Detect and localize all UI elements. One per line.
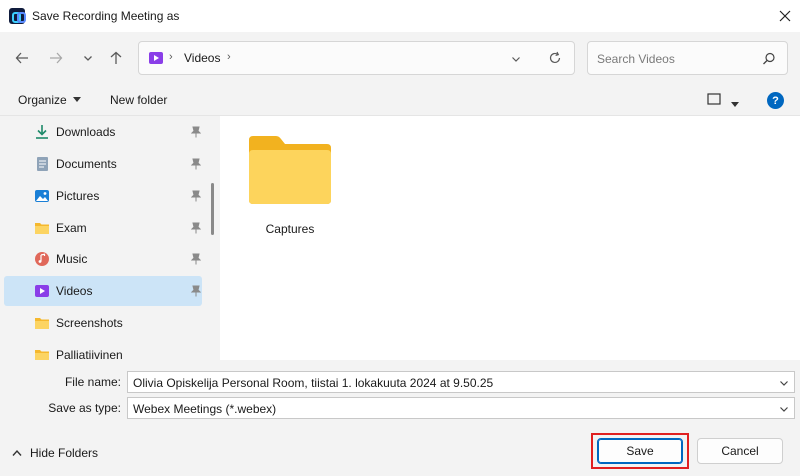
chevron-down-icon[interactable] (779, 403, 789, 413)
view-options-icon[interactable] (707, 93, 721, 107)
back-arrow-icon[interactable] (10, 46, 34, 70)
hide-folders-toggle[interactable]: Hide Folders (12, 446, 98, 460)
file-name-input[interactable]: Olivia Opiskelija Personal Room, tiistai… (133, 376, 493, 390)
breadcrumb-videos[interactable]: Videos (184, 51, 220, 65)
navigation-pane: Downloads Documents Pictures Exam Music (0, 116, 218, 360)
sidebar-item-screenshots[interactable]: Screenshots (4, 308, 202, 338)
organize-menu[interactable]: Organize (18, 93, 81, 107)
pin-icon[interactable] (190, 158, 202, 170)
sidebar-item-label: Palliatiivinen (56, 348, 123, 360)
chevron-up-icon (12, 449, 22, 456)
hide-folders-label: Hide Folders (30, 446, 99, 460)
music-icon (34, 251, 50, 267)
chevron-down-icon[interactable] (779, 377, 789, 387)
file-name-combobox[interactable]: Olivia Opiskelija Personal Room, tiistai… (127, 371, 795, 393)
view-options-caret-icon[interactable] (731, 97, 739, 107)
sidebar-item-palliatiivinen[interactable]: Palliatiivinen (4, 340, 202, 360)
caret-down-icon (72, 97, 81, 102)
recent-locations-chevron-icon[interactable] (76, 46, 100, 70)
videos-icon (34, 283, 50, 299)
sidebar-item-exam[interactable]: Exam (4, 213, 202, 243)
breadcrumb-separator-icon: › (169, 51, 173, 63)
window-title: Save Recording Meeting as (32, 9, 180, 23)
refresh-icon[interactable] (548, 51, 562, 65)
document-icon (34, 156, 50, 172)
breadcrumb-separator-icon: › (227, 51, 231, 63)
folder-icon (246, 134, 334, 206)
pin-icon[interactable] (190, 222, 202, 234)
sidebar-item-label: Exam (56, 221, 87, 235)
sidebar-item-label: Videos (56, 284, 93, 298)
title-bar: Save Recording Meeting as (0, 0, 800, 32)
sidebar-item-downloads[interactable]: Downloads (4, 117, 202, 147)
search-box[interactable]: Search Videos (587, 41, 788, 75)
pictures-icon (34, 188, 50, 204)
pin-icon[interactable] (190, 190, 202, 202)
save-as-type-label: Save as type: (48, 401, 121, 415)
sidebar-item-videos[interactable]: Videos (4, 276, 202, 306)
sidebar-scrollbar[interactable] (211, 183, 214, 235)
save-as-type-select[interactable]: Webex Meetings (*.webex) (127, 397, 795, 419)
new-folder-button[interactable]: New folder (110, 93, 167, 107)
webex-app-icon (9, 8, 26, 24)
folder-icon (34, 347, 50, 360)
file-name-label: File name: (64, 375, 121, 389)
forward-arrow-icon[interactable] (44, 46, 68, 70)
folder-icon (34, 315, 50, 331)
videos-icon (148, 50, 164, 66)
close-icon[interactable] (774, 5, 796, 27)
search-icon[interactable] (762, 52, 776, 66)
pin-icon[interactable] (190, 285, 202, 297)
up-arrow-icon[interactable] (104, 46, 128, 70)
download-icon (34, 124, 50, 140)
sidebar-item-music[interactable]: Music (4, 244, 202, 274)
save-button[interactable]: Save (597, 438, 683, 464)
pin-icon[interactable] (190, 253, 202, 265)
address-bar[interactable]: › Videos › (138, 41, 575, 75)
sidebar-item-label: Pictures (56, 189, 100, 203)
folder-item-captures[interactable]: Captures (244, 128, 336, 240)
folder-name: Captures (265, 222, 315, 236)
sidebar-item-label: Documents (56, 157, 117, 171)
help-icon[interactable]: ? (767, 92, 784, 109)
sidebar-item-documents[interactable]: Documents (4, 149, 202, 179)
organize-label: Organize (18, 93, 67, 107)
search-input[interactable]: Search Videos (597, 52, 675, 66)
pin-icon[interactable] (190, 126, 202, 138)
sidebar-item-pictures[interactable]: Pictures (4, 181, 202, 211)
save-as-type-value: Webex Meetings (*.webex) (133, 402, 277, 416)
address-dropdown-chevron-icon[interactable] (511, 53, 523, 65)
sidebar-item-label: Screenshots (56, 316, 123, 330)
sidebar-item-label: Music (56, 252, 88, 266)
sidebar-item-label: Downloads (56, 125, 116, 139)
cancel-button[interactable]: Cancel (697, 438, 783, 464)
folder-icon (34, 220, 50, 236)
